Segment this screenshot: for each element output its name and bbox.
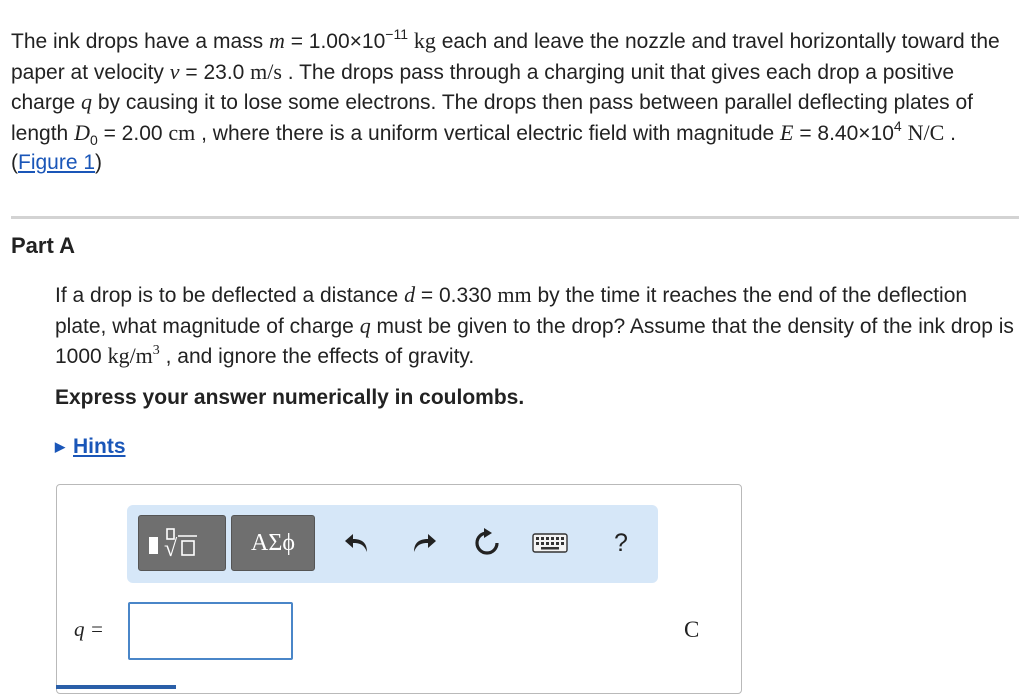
answer-instruction: Express your answer numerically in coulo… bbox=[55, 386, 525, 409]
distance-unit: mm bbox=[497, 282, 532, 307]
redo-icon bbox=[414, 534, 436, 552]
hints-label: Hints bbox=[73, 435, 126, 458]
submit-button-edge[interactable] bbox=[56, 685, 176, 689]
templates-button[interactable]: √ bbox=[138, 515, 226, 571]
field-exponent: 4 bbox=[893, 117, 902, 134]
part-title: Part A bbox=[11, 233, 75, 258]
charge-answer-input[interactable] bbox=[128, 602, 293, 660]
problem-statement: The ink drops have a mass m = 1.00×10−11… bbox=[11, 26, 1011, 178]
section-divider bbox=[11, 216, 1019, 219]
question-text: If a drop is to be deflected a distance … bbox=[55, 280, 1015, 372]
problem-text: = 1.00×10 bbox=[284, 30, 386, 53]
mass-unit: kg bbox=[413, 28, 436, 53]
undo-icon bbox=[345, 534, 367, 552]
problem-text: ) bbox=[95, 151, 103, 174]
mass-variable: m bbox=[268, 28, 285, 53]
expand-triangle-icon: ▶ bbox=[55, 439, 65, 454]
problem-text: = 8.40×10 bbox=[793, 121, 894, 145]
problem-text: = 23.0 bbox=[179, 60, 251, 84]
answer-label: q = bbox=[74, 617, 104, 642]
field-unit: N/C bbox=[907, 119, 945, 145]
answer-unit: C bbox=[684, 617, 700, 642]
question-segment: If a drop is to be deflected a distance bbox=[55, 284, 405, 307]
help-label: ? bbox=[614, 528, 628, 557]
length-variable: D bbox=[74, 119, 90, 145]
svg-text:√: √ bbox=[164, 536, 178, 562]
velocity-unit: m/s bbox=[250, 58, 282, 84]
keyboard-button[interactable] bbox=[528, 521, 572, 565]
redo-button[interactable] bbox=[401, 521, 445, 565]
velocity-variable: v bbox=[169, 58, 180, 84]
length-subscript: 0 bbox=[89, 131, 98, 148]
templates-icon: √ bbox=[145, 523, 219, 563]
charge-variable: q bbox=[81, 89, 93, 114]
reset-icon bbox=[475, 528, 499, 555]
density-unit: kg/m bbox=[107, 343, 153, 368]
mass-exponent: −11 bbox=[385, 26, 409, 42]
keyboard-icon bbox=[532, 533, 568, 553]
help-button[interactable]: ? bbox=[599, 521, 643, 565]
answer-label-text: q = bbox=[74, 617, 104, 641]
question-segment: , and ignore the effects of gravity. bbox=[159, 345, 475, 368]
problem-text: The ink drops have a mass bbox=[11, 30, 269, 53]
charge-variable: q bbox=[359, 312, 371, 338]
problem-text: , where there is a uniform vertical elec… bbox=[195, 121, 781, 145]
figure-link[interactable]: Figure 1 bbox=[18, 151, 95, 174]
distance-variable: d bbox=[404, 282, 416, 307]
field-variable: E bbox=[780, 119, 794, 145]
question-segment: = 0.330 bbox=[415, 284, 498, 307]
length-unit: cm bbox=[168, 119, 196, 145]
math-toolbar: √ ΑΣϕ ? bbox=[127, 505, 658, 583]
undo-button[interactable] bbox=[336, 521, 380, 565]
symbols-label: ΑΣϕ bbox=[251, 529, 295, 556]
hints-toggle[interactable]: ▶ Hints bbox=[55, 435, 126, 459]
problem-text: = 2.00 bbox=[97, 121, 169, 145]
symbols-button[interactable]: ΑΣϕ bbox=[231, 515, 315, 571]
density-exponent: 3 bbox=[152, 343, 160, 358]
reset-button[interactable] bbox=[465, 521, 509, 565]
